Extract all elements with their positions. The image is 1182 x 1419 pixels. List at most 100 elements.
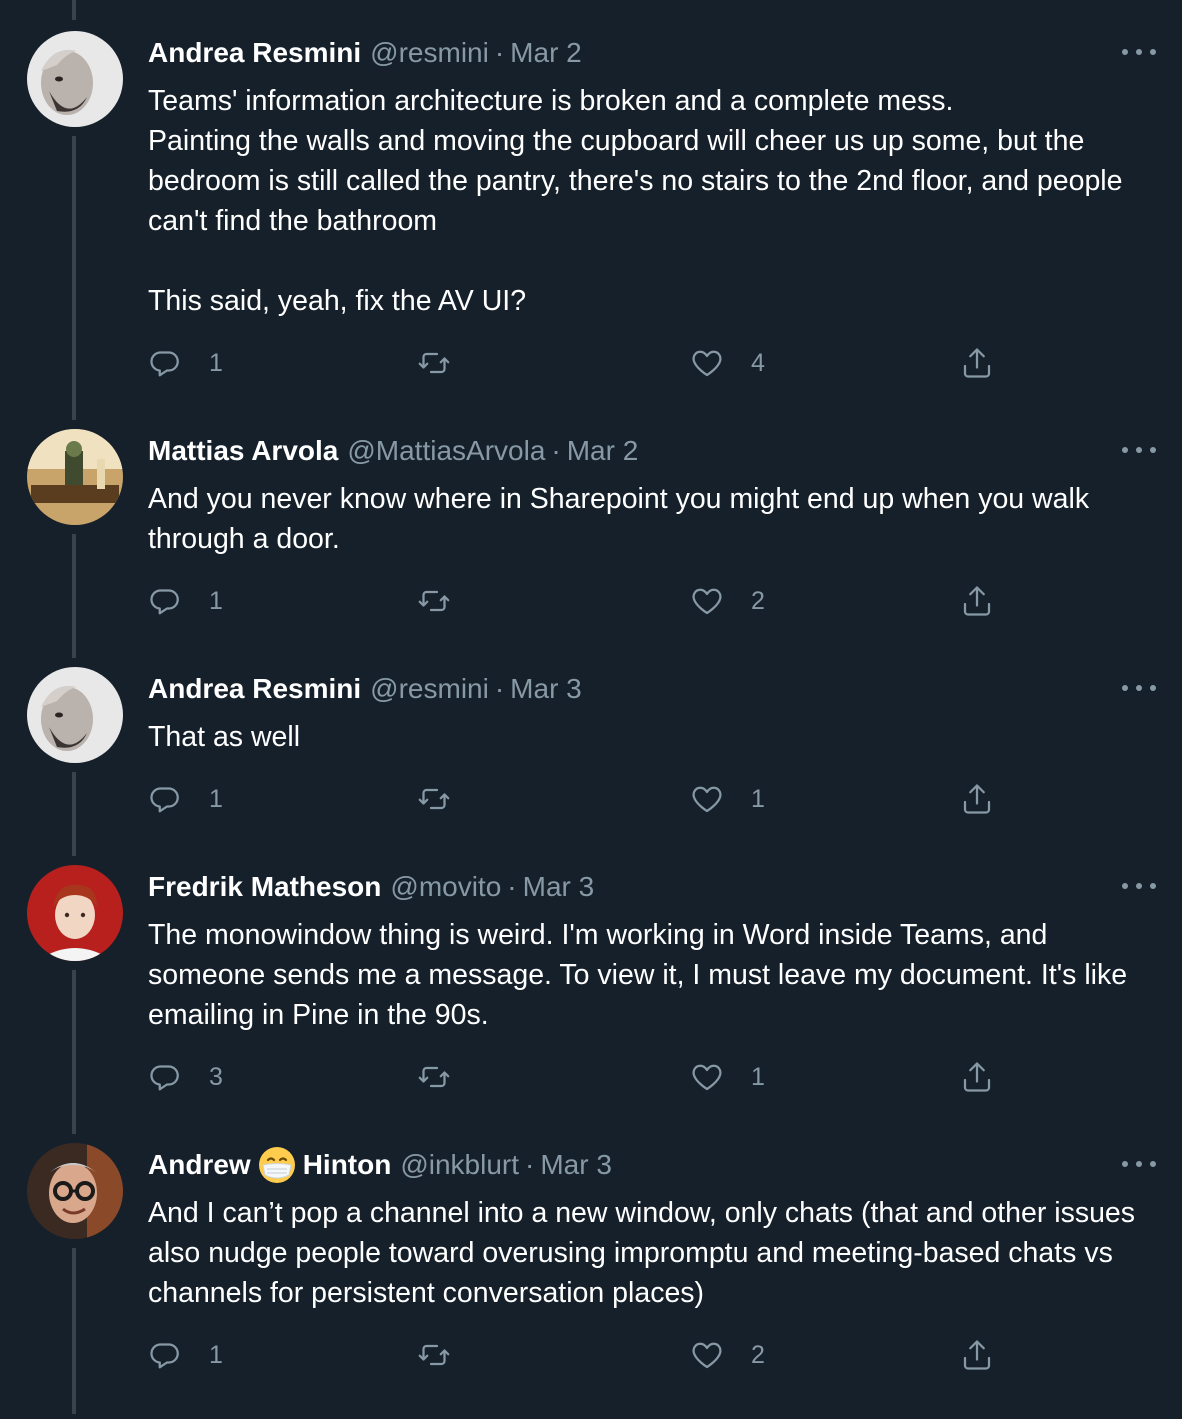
tweet-header: Andrea Resmini @resmini · Mar 2 bbox=[148, 35, 582, 71]
reply-icon bbox=[150, 1065, 179, 1091]
like-button[interactable]: 2 bbox=[689, 1335, 765, 1375]
like-button[interactable]: 1 bbox=[689, 779, 765, 819]
avatar[interactable] bbox=[27, 865, 123, 961]
like-button[interactable]: 1 bbox=[689, 1057, 765, 1097]
reply-count: 1 bbox=[209, 586, 223, 615]
like-button[interactable]: 4 bbox=[689, 343, 765, 383]
user-handle[interactable]: @resmini bbox=[370, 671, 489, 707]
more-icon[interactable] bbox=[1122, 871, 1156, 901]
tweet-date[interactable]: Mar 2 bbox=[510, 35, 582, 71]
tweet-header: Mattias Arvola @MattiasArvola · Mar 2 bbox=[148, 433, 638, 469]
display-name[interactable]: Andrea Resmini bbox=[148, 35, 361, 71]
display-name[interactable]: Fredrik Matheson bbox=[148, 869, 381, 905]
retweet-icon bbox=[418, 1344, 450, 1366]
reply-count: 1 bbox=[209, 1340, 223, 1369]
user-handle[interactable]: @MattiasArvola bbox=[347, 433, 545, 469]
user-handle[interactable]: @movito bbox=[390, 869, 501, 905]
share-icon bbox=[963, 1340, 991, 1370]
tweet-text: And I can’t pop a channel into a new win… bbox=[148, 1193, 1168, 1313]
share-icon bbox=[963, 586, 991, 616]
retweet-button[interactable] bbox=[416, 779, 478, 819]
tweet-text: That as well bbox=[148, 717, 1168, 757]
like-count: 4 bbox=[751, 348, 765, 377]
retweet-button[interactable] bbox=[416, 581, 478, 621]
share-button[interactable] bbox=[959, 581, 995, 621]
reply-count: 1 bbox=[209, 348, 223, 377]
tweet-text-line bbox=[148, 241, 1168, 281]
tweet[interactable]: Andrea Resmini @resmini · Mar 2 Teams' i… bbox=[0, 31, 1182, 391]
action-bar: 1 2 bbox=[147, 581, 1027, 621]
avatar[interactable] bbox=[27, 429, 123, 525]
reply-button[interactable]: 1 bbox=[147, 779, 223, 819]
tweet-text-line: This said, yeah, fix the AV UI? bbox=[148, 285, 527, 317]
tweet-date[interactable]: Mar 2 bbox=[567, 433, 639, 469]
tweet[interactable]: Andrea Resmini @resmini · Mar 3 That as … bbox=[0, 667, 1182, 827]
action-bar: 1 2 bbox=[147, 1335, 1027, 1375]
like-icon bbox=[692, 1064, 722, 1091]
share-button[interactable] bbox=[959, 779, 995, 819]
like-count: 2 bbox=[751, 586, 765, 615]
retweet-button[interactable] bbox=[416, 343, 478, 383]
tweet[interactable]: Mattias Arvola @MattiasArvola · Mar 2 An… bbox=[0, 429, 1182, 629]
avatar[interactable] bbox=[27, 1143, 123, 1239]
action-bar: 3 1 bbox=[147, 1057, 1027, 1097]
share-icon bbox=[963, 348, 991, 378]
like-icon bbox=[692, 1342, 722, 1369]
tweet-header: Andrea Resmini @resmini · Mar 3 bbox=[148, 671, 582, 707]
share-icon bbox=[963, 784, 991, 814]
reply-icon bbox=[150, 589, 179, 615]
tweet-date[interactable]: Mar 3 bbox=[523, 869, 595, 905]
reply-count: 3 bbox=[209, 1062, 223, 1091]
tweet[interactable]: Andrew Hinton @inkblurt · Mar 3 And I ca… bbox=[0, 1143, 1182, 1383]
tweet-text-line: Painting the walls and moving the cupboa… bbox=[148, 125, 1123, 237]
reply-button[interactable]: 1 bbox=[147, 1335, 223, 1375]
tweet-text-line: Teams' information architecture is broke… bbox=[148, 85, 954, 117]
like-count: 2 bbox=[751, 1340, 765, 1369]
reply-count: 1 bbox=[209, 784, 223, 813]
display-name[interactable]: Andrea Resmini bbox=[148, 671, 361, 707]
share-button[interactable] bbox=[959, 1057, 995, 1097]
retweet-button[interactable] bbox=[416, 1335, 478, 1375]
avatar[interactable] bbox=[27, 667, 123, 763]
separator: · bbox=[507, 871, 517, 902]
tweet-text-line: That as well bbox=[148, 721, 301, 753]
user-handle[interactable]: @inkblurt bbox=[400, 1147, 519, 1183]
display-name-last[interactable]: Hinton bbox=[303, 1147, 392, 1183]
tweet-date[interactable]: Mar 3 bbox=[540, 1147, 612, 1183]
user-handle[interactable]: @resmini bbox=[370, 35, 489, 71]
tweet-text: Teams' information architecture is broke… bbox=[148, 81, 1168, 321]
reply-button[interactable]: 3 bbox=[147, 1057, 223, 1097]
thread-line bbox=[72, 0, 76, 20]
like-icon bbox=[692, 588, 722, 615]
like-count: 1 bbox=[751, 1062, 765, 1091]
reply-icon bbox=[150, 787, 179, 813]
separator: · bbox=[494, 37, 505, 68]
tweet-date[interactable]: Mar 3 bbox=[510, 671, 582, 707]
like-button[interactable]: 2 bbox=[689, 581, 765, 621]
retweet-icon bbox=[418, 352, 450, 374]
separator: · bbox=[551, 435, 561, 466]
tweet-text-line: And I can’t pop a channel into a new win… bbox=[148, 1197, 1136, 1309]
like-icon bbox=[692, 350, 722, 377]
display-name[interactable]: Mattias Arvola bbox=[148, 433, 338, 469]
display-name-first[interactable]: Andrew bbox=[148, 1147, 251, 1183]
separator: · bbox=[525, 1149, 535, 1180]
more-icon[interactable] bbox=[1122, 37, 1156, 67]
tweet[interactable]: Fredrik Matheson @movito · Mar 3 The mon… bbox=[0, 865, 1182, 1105]
conversation-thread: Andrea Resmini @resmini · Mar 2 Teams' i… bbox=[0, 0, 1182, 1419]
more-icon[interactable] bbox=[1122, 673, 1156, 703]
tweet-text-line: And you never know where in Sharepoint y… bbox=[148, 483, 1090, 555]
more-icon[interactable] bbox=[1122, 1149, 1156, 1179]
reply-button[interactable]: 1 bbox=[147, 343, 223, 383]
share-button[interactable] bbox=[959, 343, 995, 383]
share-icon bbox=[963, 1062, 991, 1092]
more-icon[interactable] bbox=[1122, 435, 1156, 465]
avatar[interactable] bbox=[27, 31, 123, 127]
reply-icon bbox=[150, 1343, 179, 1369]
action-bar: 1 1 bbox=[147, 779, 1027, 819]
share-button[interactable] bbox=[959, 1335, 995, 1375]
retweet-button[interactable] bbox=[416, 1057, 478, 1097]
retweet-icon bbox=[418, 788, 450, 810]
face-with-medical-mask-emoji bbox=[257, 1145, 297, 1185]
reply-button[interactable]: 1 bbox=[147, 581, 223, 621]
